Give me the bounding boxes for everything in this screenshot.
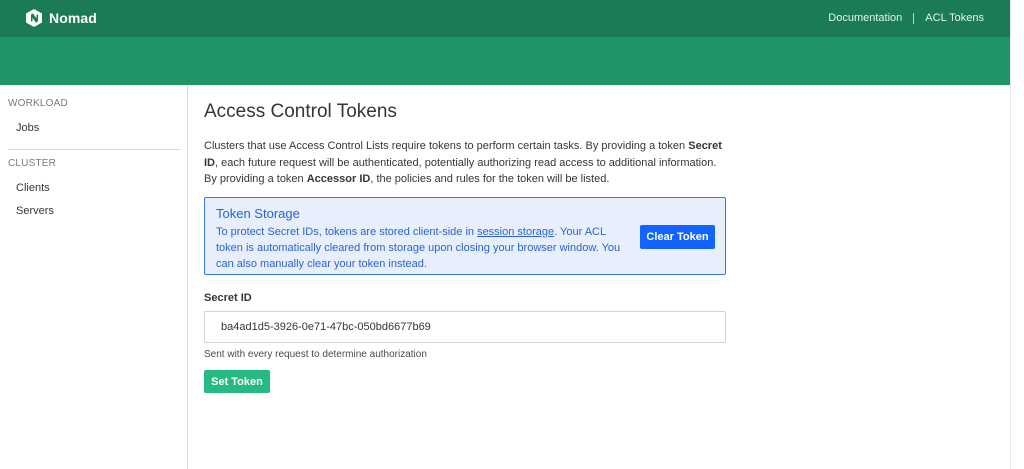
intro-accessor-id: Accessor ID xyxy=(306,173,371,185)
sidebar-heading-workload: WORKLOAD xyxy=(8,98,68,109)
notice-body: To protect Secret IDs, tokens are stored… xyxy=(216,225,630,272)
intro-part-3: , the policies and rules for the token w… xyxy=(370,173,610,185)
session-storage-link[interactable]: session storage xyxy=(477,226,554,238)
token-storage-notice: Token Storage To protect Secret IDs, tok… xyxy=(204,197,726,275)
secret-id-label: Secret ID xyxy=(204,292,252,304)
sidebar-item-servers[interactable]: Servers xyxy=(16,205,54,217)
intro-part-1: Clusters that use Access Control Lists r… xyxy=(204,140,689,152)
nomad-logo-icon xyxy=(26,9,42,27)
top-navbar: Nomad Documentation ACL Tokens xyxy=(0,0,1010,37)
secret-id-input[interactable] xyxy=(204,311,726,343)
sidebar-divider xyxy=(8,149,180,150)
nav-separator xyxy=(913,12,915,24)
page-header-band xyxy=(0,37,1010,85)
acl-tokens-link[interactable]: ACL Tokens xyxy=(925,12,984,24)
page-title: Access Control Tokens xyxy=(204,101,397,122)
notice-body-start: To protect Secret IDs, tokens are stored… xyxy=(216,226,478,238)
notice-title: Token Storage xyxy=(216,206,300,221)
clear-token-button[interactable]: Clear Token xyxy=(640,225,715,249)
sidebar-item-clients[interactable]: Clients xyxy=(16,182,50,194)
set-token-button[interactable]: Set Token xyxy=(204,370,270,393)
sidebar: WORKLOAD Jobs CLUSTER Clients Servers xyxy=(0,85,188,469)
sidebar-item-jobs[interactable]: Jobs xyxy=(16,122,39,134)
brand-name: Nomad xyxy=(49,10,97,26)
intro-text: Clusters that use Access Control Lists r… xyxy=(204,138,726,188)
sidebar-heading-cluster: CLUSTER xyxy=(8,158,57,169)
secret-id-help: Sent with every request to determine aut… xyxy=(204,349,427,360)
documentation-link[interactable]: Documentation xyxy=(828,12,902,24)
brand[interactable]: Nomad xyxy=(26,9,97,27)
scrollbar[interactable] xyxy=(1010,0,1024,469)
top-links: Documentation ACL Tokens xyxy=(828,12,984,24)
